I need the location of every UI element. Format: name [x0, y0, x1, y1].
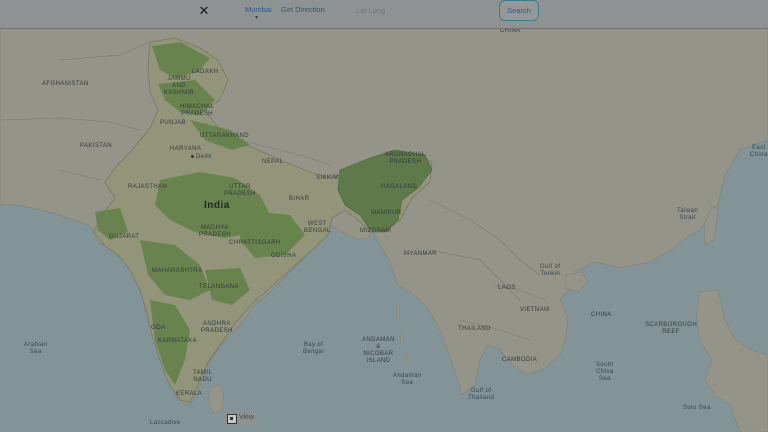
label-sulu-sea: Sulu Sea	[683, 405, 711, 411]
label-gujarat: GUJARAT	[109, 234, 140, 240]
label-nagaland: NAGALAND	[381, 184, 418, 190]
label-goa: GOA	[151, 325, 166, 331]
label-scarborough-reef: SCARBOROUGH REEF	[645, 322, 698, 335]
search-button[interactable]: Search	[499, 0, 539, 21]
map-view-toggle[interactable]: View	[224, 412, 258, 425]
label-andhra: ANDHRA PRADESH	[201, 321, 233, 334]
label-himachal: HIMACHAL PRADESH	[180, 104, 215, 117]
label-andaman-sea: Andaman Sea	[393, 373, 422, 386]
label-gulf-of-tonkin: Gulf of Tonkin	[540, 264, 561, 277]
label-myanmar: MYANMAR	[404, 251, 438, 257]
search-toolbar: ✕ Mumbai ▾ Get Direction Search	[0, 0, 768, 29]
label-maharashtra: MAHARASHTRA	[152, 268, 203, 274]
label-afghanistan: AFGHANISTAN	[42, 81, 89, 87]
label-odisha: ODISHA	[271, 253, 297, 259]
label-bay-of-bengal: Bay of Bengal	[303, 342, 325, 355]
tab-location[interactable]: Mumbai	[245, 5, 272, 14]
label-nepal: NEPAL	[262, 159, 284, 165]
label-india: India	[204, 200, 230, 211]
label-jammu-kashmir: JAMMU AND KASHMIR	[164, 76, 195, 96]
label-uttarakhand: UTTARAKHAND	[200, 133, 249, 139]
label-mizoram: MIZORAM	[360, 228, 392, 234]
label-rajasthan: RAJASTHAN	[128, 184, 168, 190]
label-thailand: THAILAND	[458, 326, 491, 332]
label-laos: LAOS	[498, 285, 516, 291]
label-laccadive: Laccadive	[150, 420, 181, 426]
map-view-icon	[227, 414, 237, 424]
label-andaman-nicobar: ANDAMAN & NICOBAR ISLAND	[362, 337, 395, 364]
label-uttar-pradesh: UTTAR PRADESH	[224, 184, 256, 197]
label-karnataka: KARNATAKA	[158, 338, 198, 344]
label-sikkim: SIKKIM	[316, 175, 339, 181]
label-arunachal: ARUNACHAL PRADESH	[385, 152, 426, 165]
capital-marker-icon	[191, 154, 194, 158]
label-vietnam: VIETNAM	[520, 307, 550, 313]
tab-caret-icon: ▾	[255, 15, 259, 21]
label-punjab: PUNJAB	[160, 120, 187, 126]
tab-get-direction[interactable]: Get Direction	[281, 5, 325, 14]
label-madhya-pradesh: MADHYA PRADESH	[199, 225, 231, 238]
label-gulf-of-thailand: Gulf of Thailand	[468, 388, 495, 401]
label-tamil-nadu: TAMIL NADU	[193, 370, 213, 383]
label-delhi: Delhi	[191, 154, 212, 161]
label-kerala: KERALA	[176, 391, 203, 397]
latlong-input[interactable]	[350, 2, 498, 18]
label-arabian-sea: Arabian Sea	[24, 342, 48, 355]
label-chhattisgarh: CHHATTISGARH	[229, 240, 281, 246]
label-telangana: TELANGANA	[199, 284, 239, 290]
label-south-china-sea: South China Sea	[596, 362, 614, 382]
close-icon: ✕	[198, 3, 210, 18]
label-taiwan-strait: Taiwan Strait	[677, 208, 699, 221]
label-cambodia: CAMBODIA	[502, 357, 538, 363]
map-canvas[interactable]: AFGHANISTAN PAKISTAN CHINA NEPAL MYANMAR…	[0, 0, 768, 432]
label-haryana: HARYANA	[170, 146, 202, 152]
view-toggle-label: View	[239, 414, 255, 421]
close-button[interactable]: ✕	[196, 3, 212, 19]
label-east-china: East China	[750, 145, 768, 158]
label-west-bengal: WEST BENGAL	[304, 221, 331, 234]
label-bihar: BIHAR	[289, 196, 310, 202]
label-ladakh: LADAKH	[192, 69, 219, 75]
label-manipur: MANIPUR	[371, 210, 402, 216]
label-china: CHINA	[500, 28, 521, 34]
label-pakistan: PAKISTAN	[80, 143, 112, 149]
label-china-sea-area: CHINA	[591, 312, 612, 318]
